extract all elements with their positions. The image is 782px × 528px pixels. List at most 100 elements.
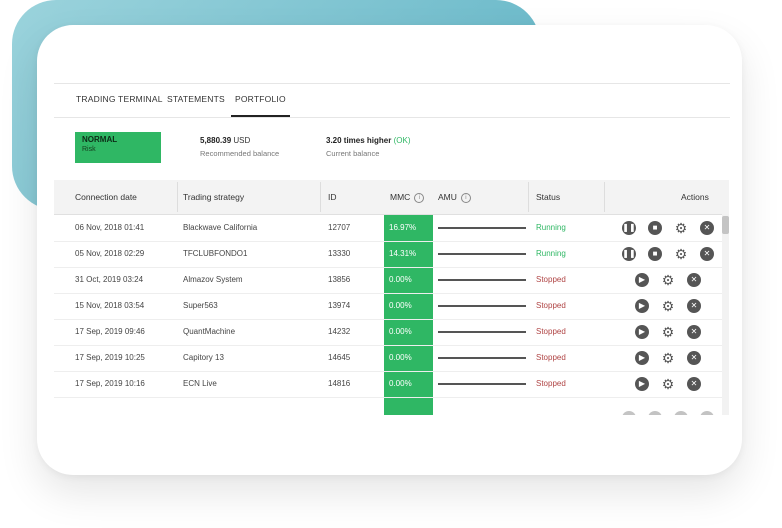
close-icon[interactable] (700, 411, 714, 415)
gear-icon[interactable]: ⚙ (661, 325, 675, 339)
col-divider (320, 182, 321, 212)
gear-icon[interactable]: ⚙ (674, 221, 688, 235)
play-icon[interactable]: ▶ (635, 299, 649, 313)
row-id: 14232 (328, 327, 351, 336)
table-row[interactable]: 06 Nov, 2018 01:41 Blackwave California … (54, 215, 729, 242)
pause-icon[interactable]: ❚❚ (622, 221, 636, 235)
scrollbar-thumb[interactable] (722, 216, 729, 234)
stop-icon[interactable] (648, 411, 662, 415)
amu-bar (438, 383, 526, 385)
row-id: 13974 (328, 301, 351, 310)
col-trading-strategy: Trading strategy (183, 192, 245, 202)
tab-statements[interactable]: STATEMENTS (167, 84, 225, 117)
row-id: 12707 (328, 223, 351, 232)
recommended-balance-value: 5,880.39 (200, 136, 232, 145)
table-row[interactable]: 05 Nov, 2018 02:29 TFCLUBFONDO1 13330 14… (54, 241, 729, 268)
stop-icon[interactable]: ■ (648, 221, 662, 235)
col-connection-date: Connection date (75, 192, 137, 202)
row-status: Stopped (536, 275, 566, 284)
col-divider (528, 182, 529, 212)
col-amu-label: AMU (438, 192, 457, 202)
gear-icon[interactable]: ⚙ (661, 377, 675, 391)
row-id: 14645 (328, 353, 351, 362)
current-balance-label: Current balance (326, 149, 380, 158)
play-icon[interactable]: ▶ (635, 273, 649, 287)
row-date: 31 Oct, 2019 03:24 (75, 275, 144, 284)
play-icon[interactable]: ▶ (635, 325, 649, 339)
tab-bar: TRADING TERMINAL STATEMENTS PORTFOLIO (54, 83, 730, 118)
row-mmc: 0.00% (389, 275, 412, 284)
risk-level: NORMAL (82, 135, 118, 144)
table-scrollbar[interactable] (722, 214, 729, 415)
row-strategy: ECN Live (183, 379, 217, 388)
recommended-balance-unit: USD (233, 136, 251, 145)
row-mmc: 0.00% (389, 301, 412, 310)
gear-icon[interactable]: ⚙ (661, 351, 675, 365)
gear-icon[interactable] (674, 411, 688, 415)
row-status: Stopped (536, 327, 566, 336)
close-icon[interactable]: ✕ (687, 273, 701, 287)
row-date: 17 Sep, 2019 10:25 (75, 353, 145, 362)
gear-icon[interactable]: ⚙ (674, 247, 688, 261)
table-row[interactable]: 17 Sep, 2019 10:25 Capitory 13 14645 0.0… (54, 345, 729, 372)
col-amu: AMU i (438, 180, 471, 214)
close-icon[interactable]: ✕ (687, 351, 701, 365)
row-date: 05 Nov, 2018 02:29 (75, 249, 145, 258)
col-divider (604, 182, 605, 212)
row-mmc: 0.00% (389, 327, 412, 336)
row-id: 13330 (328, 249, 351, 258)
current-balance-status: (OK) (393, 136, 411, 145)
row-date: 17 Sep, 2019 10:16 (75, 379, 145, 388)
col-status: Status (536, 192, 561, 202)
amu-bar (438, 279, 526, 281)
gear-icon[interactable]: ⚙ (661, 299, 675, 313)
col-id: ID (328, 192, 337, 202)
amu-bar (438, 305, 526, 307)
amu-bar (438, 357, 526, 359)
info-icon[interactable]: i (414, 192, 425, 203)
current-balance-value: 3.20 times higher (326, 136, 392, 145)
close-icon[interactable]: ✕ (700, 247, 714, 261)
row-strategy: Capitory 13 (183, 353, 224, 362)
current-balance: 3.20 times higher (OK) Current balance (326, 136, 410, 158)
tab-portfolio[interactable]: PORTFOLIO (231, 84, 290, 117)
pause-icon[interactable] (622, 411, 636, 415)
table-row[interactable]: 17 Sep, 2019 10:16 ECN Live 14816 0.00% … (54, 371, 729, 398)
table-row-partial[interactable] (54, 397, 729, 415)
row-status: Running (536, 223, 566, 232)
row-strategy: QuantMachine (183, 327, 236, 336)
play-icon[interactable]: ▶ (635, 377, 649, 391)
row-mmc: 16.97% (389, 223, 417, 232)
row-status: Stopped (536, 379, 566, 388)
table-row[interactable]: 31 Oct, 2019 03:24 Almazov System 13856 … (54, 267, 729, 294)
close-icon[interactable]: ✕ (687, 325, 701, 339)
table-header: Connection date Trading strategy ID MMC i… (54, 180, 729, 215)
row-status: Stopped (536, 353, 566, 362)
row-mmc: 0.00% (389, 379, 412, 388)
row-date: 15 Nov, 2018 03:54 (75, 301, 145, 310)
close-icon[interactable]: ✕ (687, 299, 701, 313)
stop-icon[interactable]: ■ (648, 247, 662, 261)
gear-icon[interactable]: ⚙ (661, 273, 675, 287)
close-icon[interactable]: ✕ (700, 221, 714, 235)
row-status: Running (536, 249, 566, 258)
table-row[interactable]: 15 Nov, 2018 03:54 Super563 13974 0.00% … (54, 293, 729, 320)
col-actions: Actions (681, 192, 709, 202)
col-mmc: MMC i (390, 180, 425, 214)
tab-trading-terminal[interactable]: TRADING TERMINAL (76, 84, 163, 117)
row-id: 14816 (328, 379, 351, 388)
row-mmc: 14.31% (389, 249, 417, 258)
row-strategy: TFCLUBFONDO1 (183, 249, 248, 258)
col-mmc-label: MMC (390, 192, 411, 202)
col-divider (177, 182, 178, 212)
row-id: 13856 (328, 275, 351, 284)
row-status: Stopped (536, 301, 566, 310)
table-row[interactable]: 17 Sep, 2019 09:46 QuantMachine 14232 0.… (54, 319, 729, 346)
portfolio-table: Connection date Trading strategy ID MMC i… (54, 180, 729, 415)
pause-icon[interactable]: ❚❚ (622, 247, 636, 261)
amu-bar (438, 227, 526, 229)
info-icon[interactable]: i (460, 192, 471, 203)
play-icon[interactable]: ▶ (635, 351, 649, 365)
row-mmc: 0.00% (389, 353, 412, 362)
close-icon[interactable]: ✕ (687, 377, 701, 391)
